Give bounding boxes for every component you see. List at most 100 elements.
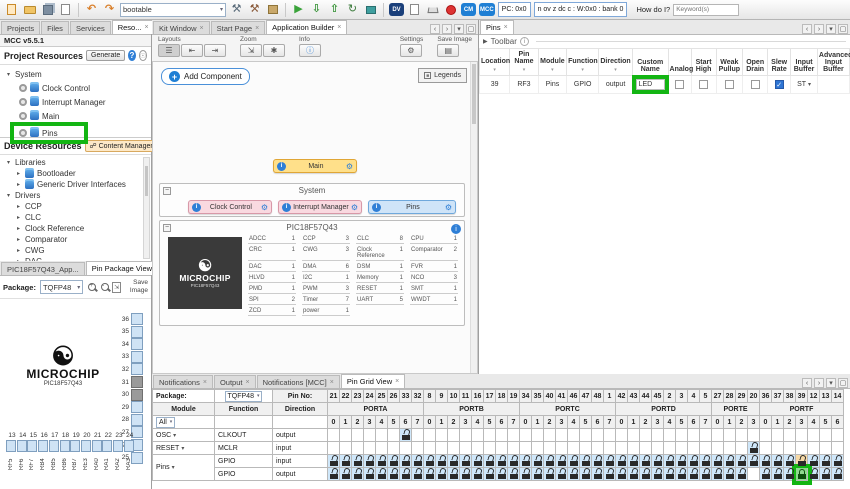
zoom-in-icon[interactable]: + <box>87 282 95 293</box>
mcc-badge-icon[interactable]: MCC <box>479 3 495 16</box>
hex-file-icon[interactable] <box>407 2 422 17</box>
pin-cell-portb-1[interactable] <box>436 442 448 455</box>
lock-open-icon[interactable] <box>377 457 386 466</box>
tree-expander-icon[interactable]: ▾ <box>5 192 12 199</box>
gear-icon[interactable]: ⚙ <box>346 162 353 171</box>
package-icon[interactable] <box>265 2 280 17</box>
close-icon[interactable]: × <box>395 378 399 385</box>
pin-cell-porta-4[interactable] <box>376 468 388 481</box>
open-project-icon[interactable] <box>22 2 37 17</box>
pin-square[interactable] <box>131 376 143 388</box>
pin-cell-portb-3[interactable] <box>460 442 472 455</box>
pin-cell-portb-0[interactable] <box>424 429 436 442</box>
tab-services[interactable]: Services <box>70 21 111 34</box>
pin-cell-porte-0[interactable] <box>712 468 724 481</box>
copy-icon[interactable] <box>58 2 73 17</box>
lock-open-icon[interactable] <box>629 457 638 466</box>
zoom-fit-icon[interactable]: ⇲ <box>112 282 121 293</box>
pin-square[interactable] <box>131 313 143 325</box>
tree-group-libraries[interactable]: ▾Libraries <box>0 157 141 168</box>
pin-cell-porta-0[interactable] <box>328 455 340 468</box>
pin-cell-portd-2[interactable] <box>640 468 652 481</box>
lock-open-icon[interactable] <box>737 457 746 466</box>
pin-cell-portc-0[interactable] <box>520 429 532 442</box>
pin-cell-porta-5[interactable] <box>388 429 400 442</box>
pin-cell-portf-4[interactable] <box>808 468 820 481</box>
pin-cell-portd-5[interactable] <box>676 468 688 481</box>
pin-number-44[interactable]: 44 <box>640 390 652 403</box>
custom-name-input[interactable]: LED <box>636 79 665 90</box>
lock-open-icon[interactable] <box>737 470 746 479</box>
tree-item-bootloader[interactable]: ▸Bootloader <box>10 168 141 179</box>
pin-number-42[interactable]: 42 <box>616 390 628 403</box>
pin-cell-portc-7[interactable] <box>604 429 616 442</box>
pin-cell-portd-0[interactable] <box>616 429 628 442</box>
pin-cell-portb-0[interactable] <box>424 442 436 455</box>
filter-chevron-icon[interactable]: ▾ <box>481 67 508 73</box>
tab-reso[interactable]: Reso...× <box>112 20 155 34</box>
pin-cell-portd-0[interactable] <box>616 455 628 468</box>
layout-tree-icon[interactable]: ☰ <box>158 44 180 57</box>
lock-open-icon[interactable] <box>749 457 758 466</box>
pin-cell-portb-7[interactable] <box>508 442 520 455</box>
pin-cell-porta-2[interactable] <box>352 442 364 455</box>
pin-cell-porta-3[interactable] <box>364 442 376 455</box>
sidebar-item-main[interactable]: Main <box>14 109 151 123</box>
pin-number-17[interactable]: 17 <box>484 390 496 403</box>
pin-cell-porta-7[interactable] <box>412 429 424 442</box>
lock-open-icon[interactable] <box>353 457 362 466</box>
lock-open-icon[interactable] <box>413 457 422 466</box>
pin-cell-porte-0[interactable] <box>712 455 724 468</box>
tab-start-page[interactable]: Start Page× <box>211 21 266 34</box>
column-header-open-drain[interactable]: Open Drain <box>743 49 768 76</box>
tree-expander-icon[interactable]: ▸ <box>15 236 22 243</box>
pin-cell-portc-5[interactable] <box>580 442 592 455</box>
pin-cell-portd-7[interactable] <box>700 429 712 442</box>
pin-cell-portc-7[interactable] <box>604 468 616 481</box>
tab-projects[interactable]: Projects <box>1 21 40 34</box>
column-header-function[interactable]: Function▾ <box>567 49 599 76</box>
pin-cell-portb-1[interactable] <box>436 455 448 468</box>
pin-cell-portc-3[interactable] <box>556 455 568 468</box>
pin-number-20[interactable]: 20 <box>748 390 760 403</box>
lock-open-icon[interactable] <box>533 470 542 479</box>
module-filter-select[interactable]: All▾ <box>156 417 175 428</box>
pin-cell-porta-3[interactable] <box>364 429 376 442</box>
pin-cell-portc-1[interactable] <box>532 455 544 468</box>
lock-open-icon[interactable] <box>749 444 758 453</box>
lock-open-icon[interactable] <box>473 457 482 466</box>
module-cell-pins[interactable]: Pins▾ <box>153 455 215 481</box>
zoom-fit-icon[interactable]: ⇲ <box>240 44 262 57</box>
column-header-pin-name[interactable]: Pin Name▾ <box>510 49 538 76</box>
lock-open-icon[interactable] <box>413 470 422 479</box>
column-header-direction[interactable]: Direction▾ <box>599 49 633 76</box>
lock-open-icon[interactable] <box>605 457 614 466</box>
pin-cell-portf-6[interactable] <box>832 455 844 468</box>
pin-cell-portf-5[interactable] <box>820 429 832 442</box>
pin-cell-porta-1[interactable] <box>340 468 352 481</box>
pin-cell-portb-7[interactable] <box>508 468 520 481</box>
gear-icon[interactable]: ⚙ <box>445 203 452 212</box>
save-image-label[interactable]: Save Image <box>125 279 148 295</box>
tree-item-ccp[interactable]: ▸CCP <box>10 201 141 212</box>
column-header-module[interactable]: Module▾ <box>538 49 566 76</box>
gear-icon[interactable]: ⚙ <box>351 203 358 212</box>
pin-cell-portb-4[interactable] <box>472 455 484 468</box>
close-icon[interactable]: × <box>200 25 204 32</box>
pin-cell-porte-3[interactable] <box>748 429 760 442</box>
pin-cell-portd-4[interactable] <box>664 429 676 442</box>
pin-cell-portd-5[interactable] <box>676 442 688 455</box>
info-icon[interactable]: i <box>451 224 461 234</box>
pin-cell-porta-6[interactable] <box>400 455 412 468</box>
scroll-right-icon[interactable]: › <box>814 24 824 34</box>
pin-number-28[interactable]: 28 <box>724 390 736 403</box>
pin-cell-portd-0[interactable] <box>616 468 628 481</box>
refresh-debug-icon[interactable]: ↻ <box>345 2 360 17</box>
pin-cell-portb-5[interactable] <box>484 429 496 442</box>
pin-cell-porta-2[interactable] <box>352 468 364 481</box>
pin-cell-portc-2[interactable] <box>544 442 556 455</box>
pin-cell-portf-2[interactable] <box>784 468 796 481</box>
scroll-left-icon[interactable]: ‹ <box>802 378 812 388</box>
pin-cell-portf-0[interactable] <box>760 429 772 442</box>
make-program-icon[interactable] <box>363 2 378 17</box>
